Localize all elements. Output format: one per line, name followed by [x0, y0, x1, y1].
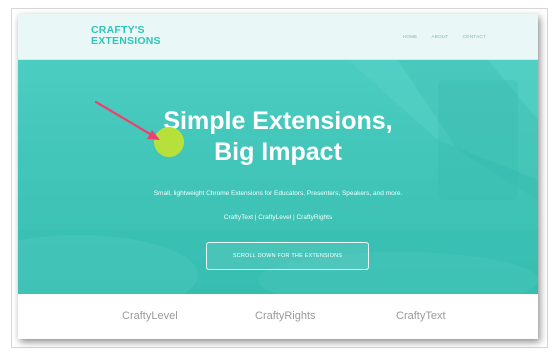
pointer-arrow-icon	[94, 100, 160, 140]
